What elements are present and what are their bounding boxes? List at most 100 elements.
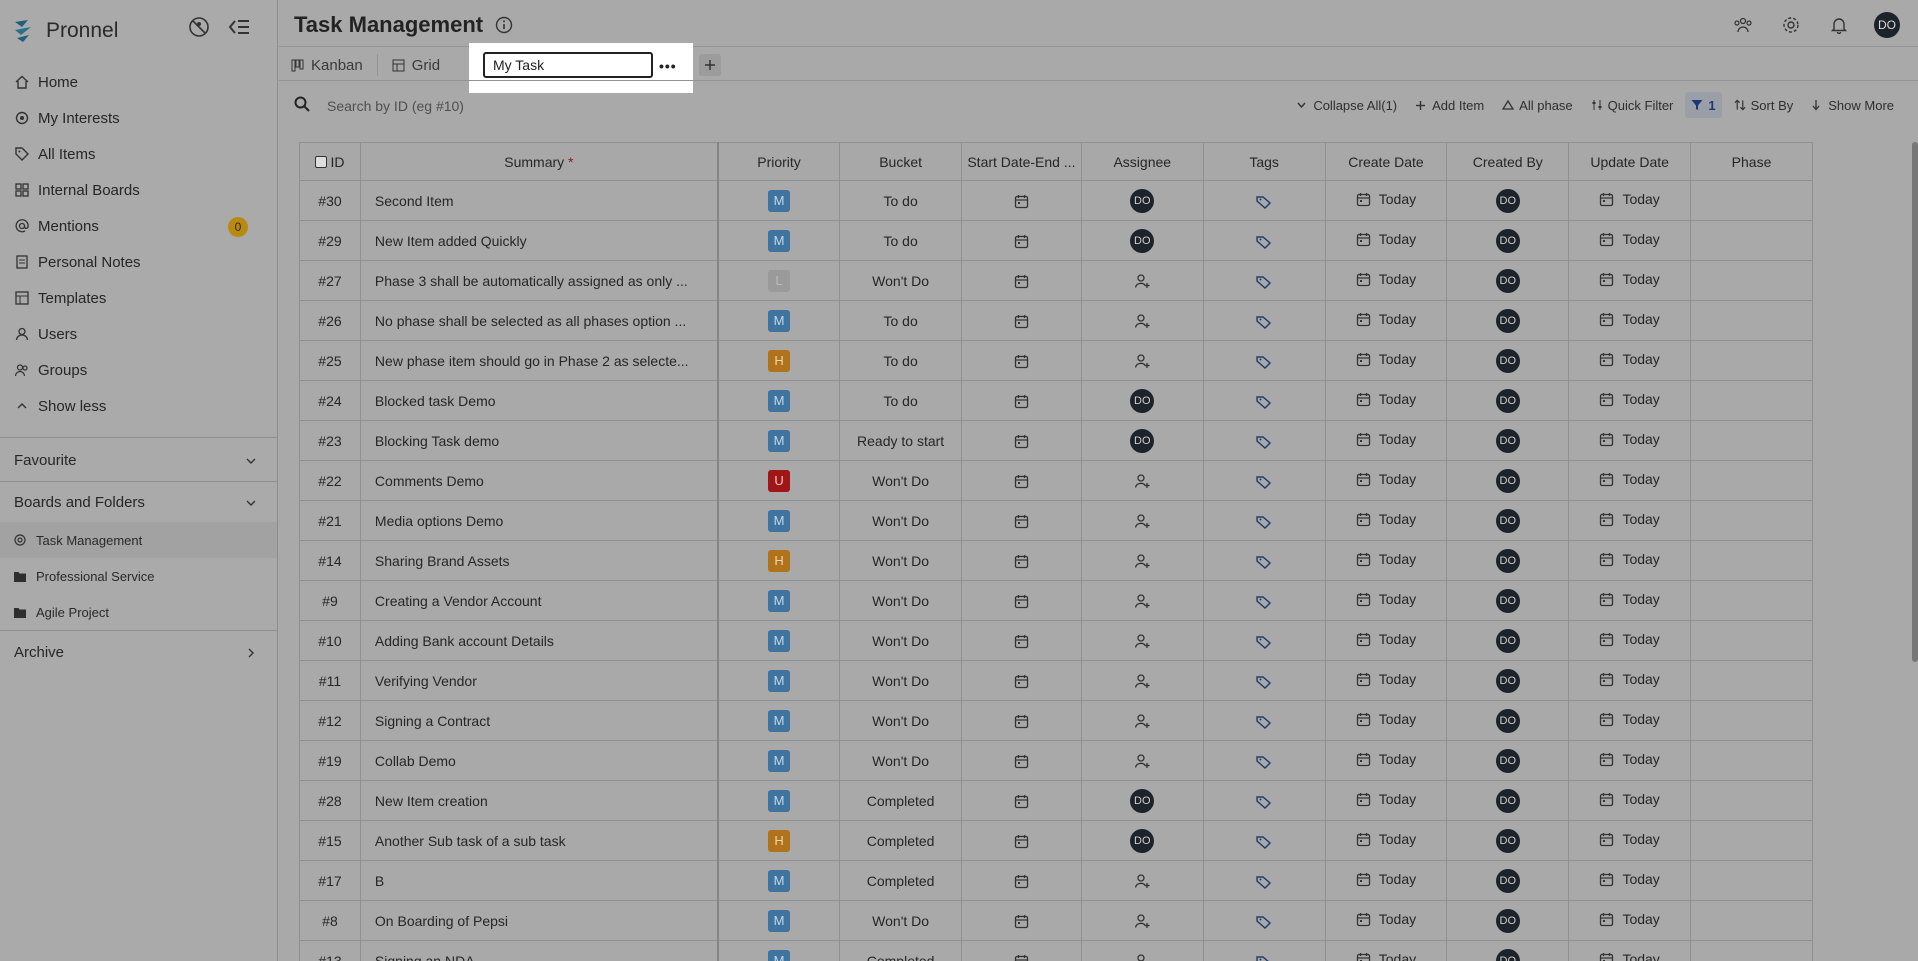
archive-section[interactable]: Archive <box>0 632 277 672</box>
cell-assignee[interactable] <box>1080 860 1204 901</box>
cell-phase[interactable] <box>1690 660 1813 701</box>
cell-tags[interactable] <box>1202 220 1326 261</box>
nav-item-all-items[interactable]: All Items <box>0 136 277 172</box>
cell-assignee[interactable] <box>1080 900 1204 941</box>
cell-assignee[interactable]: DO <box>1080 820 1204 861</box>
all-phase-button[interactable]: All phase <box>1496 92 1578 118</box>
cell-assignee[interactable] <box>1080 340 1204 381</box>
table-row[interactable]: #26 No phase shall be selected as all ph… <box>299 300 1813 341</box>
cell-dates[interactable] <box>961 260 1082 301</box>
cell-priority[interactable]: M <box>717 620 841 661</box>
cell-priority[interactable]: H <box>717 340 841 381</box>
cell-bucket[interactable]: To do <box>839 380 963 421</box>
cell-assignee[interactable] <box>1080 260 1204 301</box>
focus-mode-icon[interactable] <box>186 14 212 40</box>
cell-bucket[interactable]: Won't Do <box>839 260 963 301</box>
assignee-avatar[interactable]: DO <box>1130 788 1155 813</box>
cell-tags[interactable] <box>1202 700 1326 741</box>
table-row[interactable]: #15 Another Sub task of a sub task H Com… <box>299 820 1813 861</box>
cell-tags[interactable] <box>1202 540 1326 581</box>
cell-phase[interactable] <box>1690 460 1813 501</box>
cell-phase[interactable] <box>1690 300 1813 341</box>
cell-bucket[interactable]: Won't Do <box>839 620 963 661</box>
cell-phase[interactable] <box>1690 900 1813 941</box>
cell-summary[interactable]: Phase 3 shall be automatically assigned … <box>359 260 719 301</box>
add-assignee-icon[interactable] <box>1134 473 1150 489</box>
cell-priority[interactable]: M <box>717 860 841 901</box>
cell-dates[interactable] <box>961 860 1082 901</box>
tab-grid[interactable]: Grid <box>392 52 454 78</box>
team-icon[interactable] <box>1730 12 1756 38</box>
add-assignee-icon[interactable] <box>1134 633 1150 649</box>
cell-assignee[interactable]: DO <box>1080 180 1204 221</box>
table-row[interactable]: #17 B M Completed Today DO Today <box>299 860 1813 901</box>
nav-item-templates[interactable]: Templates <box>0 280 277 316</box>
search-input[interactable] <box>327 95 467 117</box>
cell-dates[interactable] <box>961 340 1082 381</box>
col-summary[interactable]: Summary * <box>359 142 719 181</box>
cell-priority[interactable]: M <box>717 900 841 941</box>
cell-priority[interactable]: M <box>717 380 841 421</box>
cell-bucket[interactable]: To do <box>839 300 963 341</box>
cell-dates[interactable] <box>961 660 1082 701</box>
cell-tags[interactable] <box>1202 340 1326 381</box>
sort-by-button[interactable]: Sort By <box>1728 92 1800 118</box>
cell-phase[interactable] <box>1690 860 1813 901</box>
table-row[interactable]: #9 Creating a Vendor Account M Won't Do … <box>299 580 1813 621</box>
cell-bucket[interactable]: To do <box>839 340 963 381</box>
col-id[interactable]: ID <box>299 142 361 181</box>
cell-assignee[interactable] <box>1080 500 1204 541</box>
cell-dates[interactable] <box>961 380 1082 421</box>
cell-assignee[interactable] <box>1080 620 1204 661</box>
folder-item-professional-service[interactable]: Professional Service <box>0 558 277 594</box>
cell-summary[interactable]: Adding Bank account Details <box>359 620 719 661</box>
cell-phase[interactable] <box>1690 180 1813 221</box>
cell-priority[interactable]: U <box>717 460 841 501</box>
more-options-icon[interactable]: ••• <box>659 58 677 74</box>
col-dates[interactable]: Start Date-End ... <box>961 142 1082 181</box>
nav-item-personal-notes[interactable]: Personal Notes <box>0 244 277 280</box>
cell-bucket[interactable]: Won't Do <box>839 580 963 621</box>
quick-filter-button[interactable]: Quick Filter <box>1585 92 1680 118</box>
cell-tags[interactable] <box>1202 860 1326 901</box>
table-row[interactable]: #22 Comments Demo U Won't Do Today DO To… <box>299 460 1813 501</box>
cell-summary[interactable]: Creating a Vendor Account <box>359 580 719 621</box>
col-phase[interactable]: Phase <box>1690 142 1813 181</box>
cell-tags[interactable] <box>1202 300 1326 341</box>
add-assignee-icon[interactable] <box>1134 593 1150 609</box>
cell-assignee[interactable]: DO <box>1080 380 1204 421</box>
cell-bucket[interactable]: Completed <box>839 860 963 901</box>
cell-priority[interactable]: M <box>717 940 841 961</box>
cell-phase[interactable] <box>1690 620 1813 661</box>
cell-priority[interactable]: M <box>717 580 841 621</box>
nav-item-my-interests[interactable]: My Interests <box>0 100 277 136</box>
cell-bucket[interactable]: Won't Do <box>839 660 963 701</box>
vertical-scrollbar[interactable] <box>1912 142 1918 662</box>
cell-assignee[interactable] <box>1080 660 1204 701</box>
table-row[interactable]: #28 New Item creation M Completed DO Tod… <box>299 780 1813 821</box>
folder-item-agile-project[interactable]: Agile Project <box>0 594 277 630</box>
boards-folders-section[interactable]: Boards and Folders <box>0 482 277 522</box>
cell-bucket[interactable]: Completed <box>839 780 963 821</box>
cell-bucket[interactable]: Won't Do <box>839 700 963 741</box>
cell-tags[interactable] <box>1202 460 1326 501</box>
cell-tags[interactable] <box>1202 380 1326 421</box>
cell-summary[interactable]: Blocked task Demo <box>359 380 719 421</box>
cell-dates[interactable] <box>961 620 1082 661</box>
nav-item-home[interactable]: Home <box>0 64 277 100</box>
cell-tags[interactable] <box>1202 820 1326 861</box>
cell-priority[interactable]: M <box>717 660 841 701</box>
cell-summary[interactable]: Signing an NDA <box>359 940 719 961</box>
nav-item-internal-boards[interactable]: Internal Boards <box>0 172 277 208</box>
cell-phase[interactable] <box>1690 220 1813 261</box>
cell-dates[interactable] <box>961 700 1082 741</box>
select-all-checkbox[interactable] <box>315 155 328 168</box>
tab-kanban[interactable]: Kanban <box>291 52 377 78</box>
collapse-sidebar-icon[interactable] <box>226 14 252 40</box>
cell-dates[interactable] <box>961 580 1082 621</box>
cell-phase[interactable] <box>1690 700 1813 741</box>
table-row[interactable]: #14 Sharing Brand Assets H Won't Do Toda… <box>299 540 1813 581</box>
table-row[interactable]: #25 New phase item should go in Phase 2 … <box>299 340 1813 381</box>
cell-tags[interactable] <box>1202 580 1326 621</box>
table-row[interactable]: #8 On Boarding of Pepsi M Won't Do Today… <box>299 900 1813 941</box>
